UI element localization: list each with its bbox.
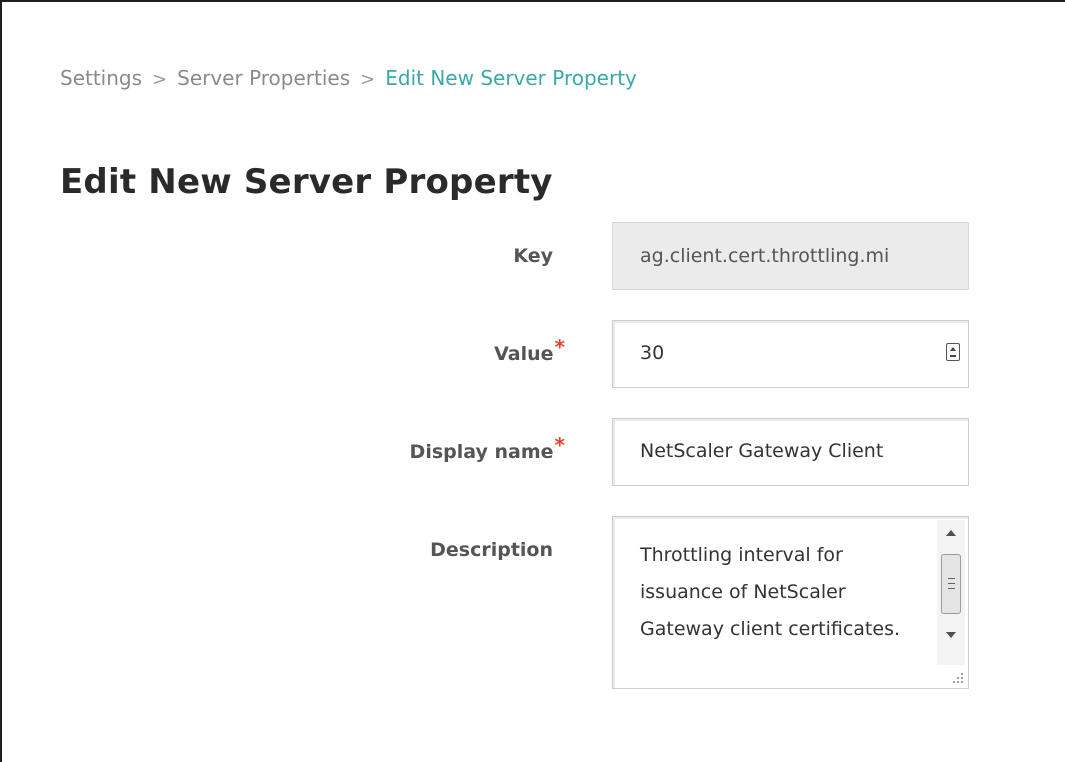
- value-label: Value*: [494, 335, 565, 367]
- breadcrumb-separator: >: [360, 69, 376, 90]
- key-field: ag.client.cert.throttling.mi: [612, 222, 969, 290]
- description-label: Description: [430, 537, 553, 563]
- scroll-grip-icon: [948, 578, 955, 589]
- resize-handle-icon[interactable]: [952, 672, 964, 684]
- scroll-up-arrow-icon[interactable]: [937, 522, 965, 544]
- required-marker: *: [554, 335, 565, 359]
- breadcrumb-separator: >: [152, 69, 168, 90]
- breadcrumb: Settings > Server Properties > Edit New Serv…: [60, 64, 637, 94]
- stepper-icon[interactable]: [946, 343, 960, 361]
- description-label-text: Description: [430, 539, 553, 561]
- scroll-thumb[interactable]: [941, 554, 961, 614]
- page-title: Edit New Server Property: [60, 162, 553, 202]
- breadcrumb-settings[interactable]: Settings: [60, 66, 142, 90]
- value-field-container: [612, 320, 969, 388]
- value-label-text: Value: [494, 343, 554, 365]
- description-scrollbar[interactable]: [937, 520, 965, 665]
- breadcrumb-server-properties[interactable]: Server Properties: [177, 66, 350, 90]
- display-name-input[interactable]: [640, 419, 930, 483]
- breadcrumb-current: Edit New Server Property: [385, 66, 637, 90]
- description-textarea[interactable]: Throttling interval for issuance of NetS…: [612, 516, 969, 689]
- description-text[interactable]: Throttling interval for issuance of NetS…: [640, 537, 920, 648]
- key-label: Key: [513, 243, 553, 269]
- key-label-text: Key: [513, 245, 553, 267]
- required-marker: *: [554, 433, 565, 457]
- display-name-field-container: [612, 418, 969, 486]
- value-input[interactable]: [640, 321, 930, 385]
- display-name-label: Display name*: [409, 433, 565, 465]
- scroll-down-arrow-icon[interactable]: [937, 624, 965, 646]
- display-name-label-text: Display name: [409, 441, 554, 463]
